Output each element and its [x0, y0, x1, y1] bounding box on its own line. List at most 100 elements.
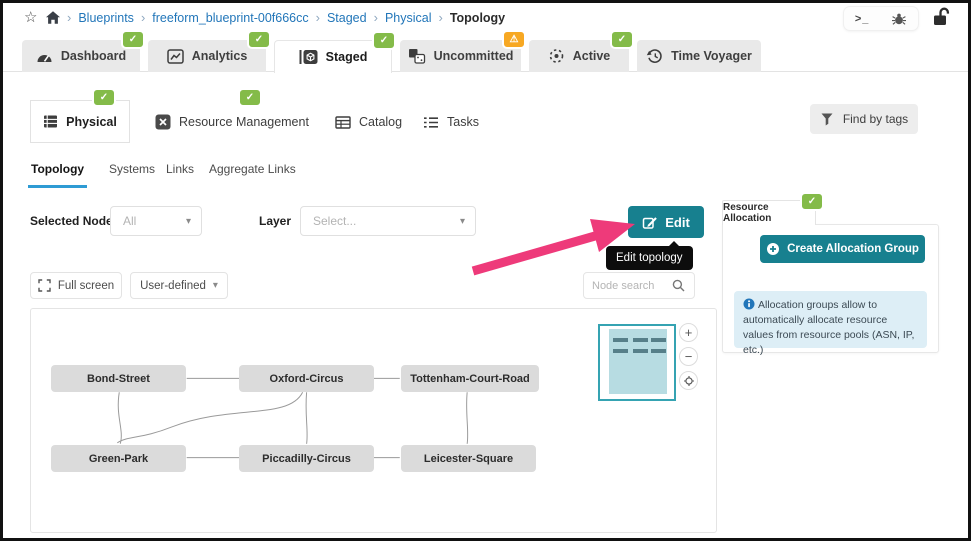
tab-label: Tasks	[447, 115, 479, 129]
tab-tasks[interactable]: Tasks	[423, 108, 479, 136]
breadcrumb-link-staged[interactable]: Staged	[327, 11, 367, 25]
breadcrumb-link-blueprint-id[interactable]: freeform_blueprint-00f666cc	[152, 11, 308, 25]
view-tab-systems[interactable]: Systems	[106, 162, 158, 185]
status-warning-badge: ⚠	[502, 30, 526, 49]
selected-node-label: Selected Node	[30, 214, 113, 228]
tab-label: Active	[572, 49, 611, 63]
unlock-icon[interactable]	[931, 6, 953, 32]
topology-node[interactable]: Bond-Street	[51, 365, 186, 392]
node-search-box	[583, 272, 695, 299]
chevron-down-icon: ▾	[185, 215, 191, 227]
tab-active[interactable]: Active ✓	[529, 30, 634, 72]
status-ok-badge: ✓	[121, 30, 145, 49]
minimap[interactable]	[598, 324, 676, 401]
tab-analytics[interactable]: Analytics ✓	[148, 30, 271, 72]
topology-node[interactable]: Tottenham-Court-Road	[401, 365, 539, 392]
minimap-node-dash	[633, 349, 648, 353]
tab-resource-management[interactable]: Resource Management	[155, 108, 309, 136]
plus-circle-icon	[767, 243, 780, 255]
view-tab-aggregate-links[interactable]: Aggregate Links	[206, 162, 299, 185]
home-icon[interactable]	[45, 10, 61, 30]
layout-mode-dropdown[interactable]: User-defined ▾	[130, 272, 228, 299]
staged-cube-icon	[299, 50, 318, 64]
zoom-out-button[interactable]: −	[679, 347, 698, 366]
gauge-icon	[37, 54, 52, 62]
zoom-in-button[interactable]: +	[679, 323, 698, 342]
zoom-fit-button[interactable]	[679, 371, 698, 390]
edit-topology-button[interactable]: Edit	[628, 206, 704, 238]
create-allocation-group-button[interactable]: Create Allocation Group	[760, 235, 925, 263]
tab-label: Time Voyager	[671, 49, 752, 63]
debug-bug-icon[interactable]	[891, 11, 907, 27]
crosshair-icon	[683, 375, 694, 386]
view-tab-topology[interactable]: Topology	[28, 162, 88, 188]
chevron-down-icon: ▾	[459, 215, 465, 227]
filter-funnel-icon	[821, 113, 833, 126]
topology-node[interactable]: Leicester-Square	[401, 445, 536, 472]
favorite-star-icon[interactable]: ☆	[24, 8, 37, 26]
layer-dropdown[interactable]: Select... ▾	[300, 206, 476, 236]
breadcrumb-separator: ›	[438, 10, 443, 25]
tab-physical[interactable]: Physical	[30, 100, 130, 143]
breadcrumb-bar: ☆ › Blueprints › freeform_blueprint-00f6…	[3, 3, 968, 33]
dropdown-placeholder: Select...	[313, 214, 357, 228]
tab-dashboard[interactable]: Dashboard ✓	[22, 30, 145, 72]
tab-label: Staged	[325, 50, 368, 64]
tab-label: Uncommitted	[433, 49, 514, 63]
minimap-node-dash	[633, 338, 648, 342]
topology-node[interactable]: Piccadilly-Circus	[239, 445, 374, 472]
breadcrumb-separator: ›	[315, 10, 320, 25]
minimap-node-dash	[613, 338, 628, 342]
uncommitted-cubes-icon	[408, 49, 425, 64]
status-ok-badge: ✓	[800, 192, 824, 211]
button-label: Full screen	[57, 279, 115, 292]
dropdown-value: All	[123, 214, 137, 228]
full-screen-icon	[38, 279, 51, 292]
status-ok-badge: ✓	[92, 88, 116, 107]
tab-catalog[interactable]: Catalog	[335, 108, 402, 136]
utility-pill: >_	[843, 6, 919, 31]
cli-terminal-icon[interactable]: >_	[855, 13, 870, 25]
topology-canvas[interactable]: Bond-Street Oxford-Circus Tottenham-Cour…	[30, 308, 717, 533]
breadcrumb-separator: ›	[140, 10, 146, 25]
active-dotted-circle-icon	[549, 49, 564, 63]
dropdown-value: User-defined	[140, 279, 206, 292]
search-icon[interactable]	[672, 279, 685, 292]
tab-uncommitted[interactable]: Uncommitted ⚠	[400, 30, 526, 72]
chevron-down-icon: ▾	[212, 280, 218, 291]
breadcrumb-link-physical[interactable]: Physical	[385, 11, 432, 25]
physical-list-icon	[44, 115, 58, 128]
breadcrumb-link-blueprints[interactable]: Blueprints	[78, 11, 134, 25]
breadcrumb: › Blueprints › freeform_blueprint-00f666…	[67, 10, 505, 25]
blueprint-tab-bar: Dashboard ✓ Analytics ✓ Staged ✓ Uncommi…	[3, 30, 968, 73]
layer-label: Layer	[259, 214, 292, 228]
resource-management-icon	[155, 114, 171, 130]
full-screen-button[interactable]: Full screen	[30, 272, 122, 299]
button-label: Create Allocation Group	[787, 243, 919, 255]
minimap-node-dash	[651, 338, 666, 342]
breadcrumb-separator: ›	[67, 10, 72, 25]
button-label: Edit	[665, 214, 690, 230]
chart-icon	[166, 48, 184, 64]
status-ok-badge: ✓	[247, 30, 271, 49]
button-label: Find by tags	[842, 112, 909, 126]
tab-label: Catalog	[359, 115, 403, 129]
topology-node[interactable]: Green-Park	[51, 445, 186, 472]
tab-label: Physical	[66, 114, 117, 129]
minimap-node-dash	[651, 349, 666, 353]
selected-node-dropdown[interactable]: All ▾	[110, 206, 202, 236]
blueprint-topology-page: ☆ › Blueprints › freeform_blueprint-00f6…	[0, 0, 971, 541]
info-text: Allocation groups allow to automatically…	[743, 299, 915, 356]
view-tab-links[interactable]: Links	[163, 162, 197, 185]
tab-staged[interactable]: Staged ✓	[274, 31, 396, 73]
breadcrumb-current: Topology	[449, 10, 506, 25]
catalog-table-icon	[335, 115, 351, 129]
breadcrumb-separator: ›	[373, 10, 378, 25]
time-voyager-icon	[646, 49, 662, 64]
node-search-input[interactable]	[592, 279, 672, 292]
find-by-tags-button[interactable]: Find by tags	[810, 104, 918, 134]
tab-time-voyager[interactable]: Time Voyager	[637, 40, 761, 72]
topology-node[interactable]: Oxford-Circus	[239, 365, 374, 392]
status-ok-badge: ✓	[610, 30, 634, 49]
status-ok-badge: ✓	[372, 31, 396, 50]
